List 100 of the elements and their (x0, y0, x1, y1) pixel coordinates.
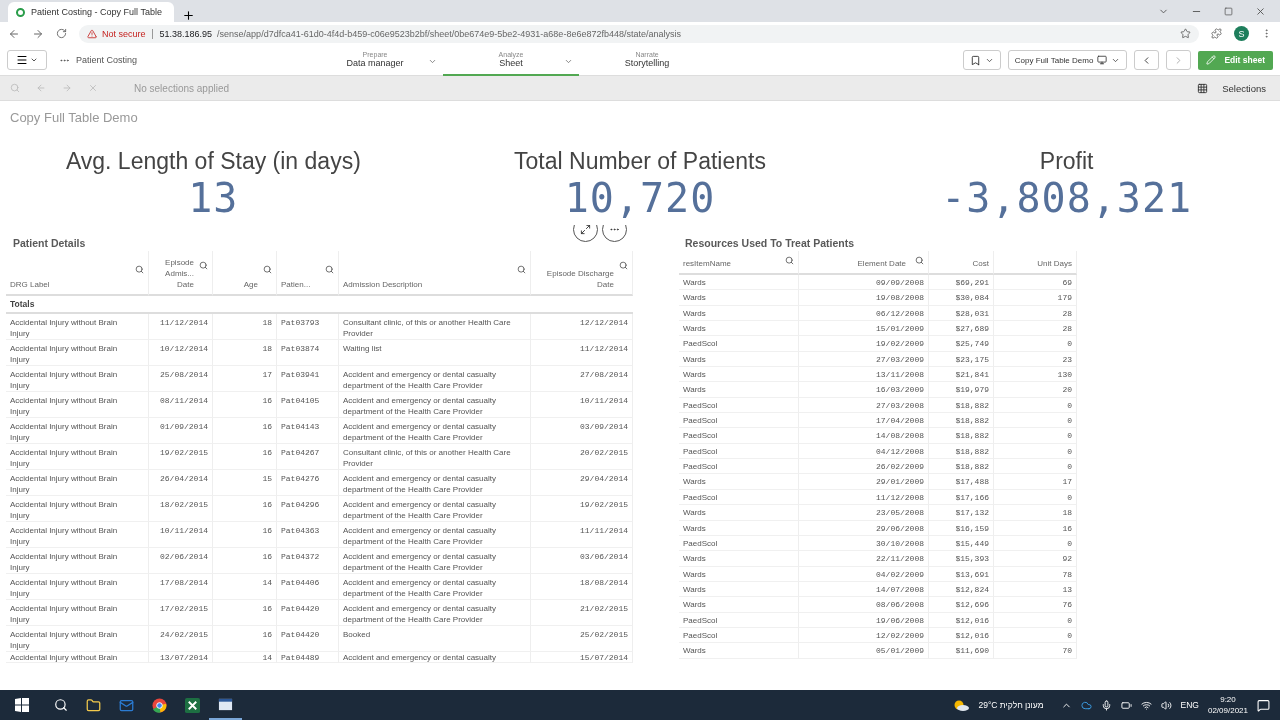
panel-title: Resources Used To Treat Patients (685, 237, 855, 251)
table-cell: 02/06/2014 (149, 548, 213, 574)
table-cell: Accidental Injury without Brain Injury (6, 470, 149, 496)
battery-icon[interactable] (1120, 699, 1132, 711)
table-cell: 28 (994, 321, 1077, 337)
step-back-icon (36, 83, 46, 93)
menu-button[interactable] (7, 50, 47, 70)
table-cell: PaedScol (679, 489, 799, 506)
column-header[interactable]: resItemName (679, 251, 799, 275)
column-header[interactable]: Episode Discharge Date (531, 251, 633, 296)
table-cell: 0 (994, 627, 1077, 644)
clock[interactable]: 9:20 02/09/2021 (1207, 694, 1248, 716)
sheet-selector[interactable]: Copy Full Table Demo (1007, 50, 1128, 70)
column-header[interactable]: Age (213, 251, 277, 296)
table-cell: 27/03/2009 (799, 351, 929, 368)
table-cell: 13 (994, 581, 1077, 598)
table-cell: 19/02/2009 (799, 336, 929, 352)
sheet-title: Copy Full Table Demo (9, 109, 139, 127)
bookmarks-button[interactable] (962, 50, 1001, 70)
column-header[interactable]: Admission Description (339, 251, 531, 296)
microphone-icon[interactable] (1100, 699, 1112, 711)
table-cell: 17/02/2015 (149, 600, 213, 626)
table-cell: Wards (679, 597, 799, 613)
weather-icon[interactable] (953, 699, 970, 711)
table-cell: $12,016 (929, 612, 994, 628)
table-cell: 19/08/2008 (799, 290, 929, 306)
reload-icon[interactable] (56, 28, 67, 39)
table-cell: PaedScol (679, 612, 799, 628)
app-window-icon[interactable] (218, 696, 233, 712)
table-cell: 92 (994, 551, 1077, 567)
column-header[interactable]: DRG Label (6, 251, 149, 296)
table-cell: Accidental Injury without Brain Injury (6, 522, 149, 548)
table-cell: Wards (679, 351, 799, 368)
table-cell: Accident and emergency or dental casualty department of the Health Care Provider (339, 522, 531, 548)
column-header[interactable]: Element Date (799, 251, 929, 275)
table-cell: 01/09/2014 (149, 418, 213, 444)
table-cell: 16/03/2009 (799, 382, 929, 398)
column-header[interactable]: Cost (929, 251, 994, 275)
table-cell: 16 (213, 418, 277, 444)
cloud-icon[interactable] (1080, 699, 1092, 711)
table-cell: PaedScol (679, 336, 799, 352)
table-cell: 17/04/2008 (799, 413, 929, 429)
table-cell: Pat04143 (277, 418, 339, 444)
table-cell: Accidental Injury without Brain Injury (6, 314, 149, 340)
table-cell: $69,291 (929, 275, 994, 291)
network-icon[interactable] (1140, 699, 1152, 711)
restore-icon[interactable] (1224, 6, 1233, 16)
table-cell: $18,882 (929, 459, 994, 475)
search-icon[interactable] (53, 698, 68, 712)
folder-icon[interactable] (86, 697, 101, 713)
table-cell: 0 (994, 443, 1077, 460)
table-cell: 18/02/2015 (149, 496, 213, 522)
language-indicator[interactable]: ENG (1180, 700, 1199, 710)
address-bar[interactable]: Not secure 51.38.186.95 /sense/app/d7dfca41-61d0-4f4d-b459-c06e9523b2bf/sheet/0be674e9-5be2-4931-a68e-8e6e872fb448/state/analysis (79, 24, 1199, 43)
close-icon[interactable] (1255, 5, 1266, 17)
weather-text[interactable]: 29°C מעונן חלקית (978, 700, 1044, 710)
back-icon[interactable] (8, 27, 20, 40)
table-cell: Pat04406 (277, 574, 339, 600)
notifications-icon[interactable] (1257, 698, 1270, 712)
extensions-icon[interactable] (1211, 28, 1222, 39)
table-cell: $15,449 (929, 535, 994, 552)
table-cell: Wards (679, 581, 799, 598)
bookmark-icon (969, 54, 981, 66)
table-cell: 24/02/2015 (149, 626, 213, 652)
table-cell: 17/08/2014 (149, 574, 213, 600)
table-cell: 17 (213, 366, 277, 392)
table-cell: 17 (994, 474, 1077, 490)
table-cell: $18,882 (929, 397, 994, 414)
table-cell: Accident and emergency or dental casualty department of the Health Care Provider (339, 392, 531, 418)
table-cell: 21/02/2015 (531, 600, 633, 626)
new-tab-icon[interactable] (182, 9, 195, 22)
profile-avatar[interactable]: S (1234, 26, 1249, 41)
table-cell: 26/02/2009 (799, 459, 929, 475)
table-cell: 29/06/2008 (799, 520, 929, 536)
mail-icon[interactable] (119, 697, 134, 713)
table-cell: $21,841 (929, 367, 994, 383)
table-cell: 11/11/2014 (531, 522, 633, 548)
grid-icon (1197, 82, 1209, 94)
volume-icon[interactable] (1160, 699, 1172, 711)
table-cell: 29/01/2009 (799, 474, 929, 490)
column-header[interactable]: Patien... (277, 251, 339, 296)
browser-tab[interactable]: Patient Costing - Copy Full Table (8, 2, 174, 22)
table-cell: 15/07/2014 (531, 652, 633, 663)
table-cell: Pat03874 (277, 340, 339, 366)
table-cell: 28 (994, 305, 1077, 322)
table-cell: 06/12/2008 (799, 305, 929, 322)
table-cell: 12/12/2014 (531, 314, 633, 340)
table-cell: $30,084 (929, 290, 994, 306)
table-cell: Accident and emergency or dental casualty (339, 652, 531, 663)
table-cell: 16 (213, 496, 277, 522)
kpi-value: 10,720 (564, 175, 716, 221)
column-header[interactable]: Unit Days (994, 251, 1077, 275)
column-header[interactable]: Episode Admis... Date (149, 251, 213, 296)
table-cell: Wards (679, 321, 799, 337)
table-cell: Wards (679, 505, 799, 521)
spreadsheet-icon[interactable] (185, 697, 200, 713)
bookmark-star-icon[interactable] (1180, 28, 1191, 39)
windows-logo-icon[interactable] (15, 698, 29, 712)
table-cell: Wards (679, 367, 799, 383)
browser-icon[interactable] (152, 697, 167, 713)
